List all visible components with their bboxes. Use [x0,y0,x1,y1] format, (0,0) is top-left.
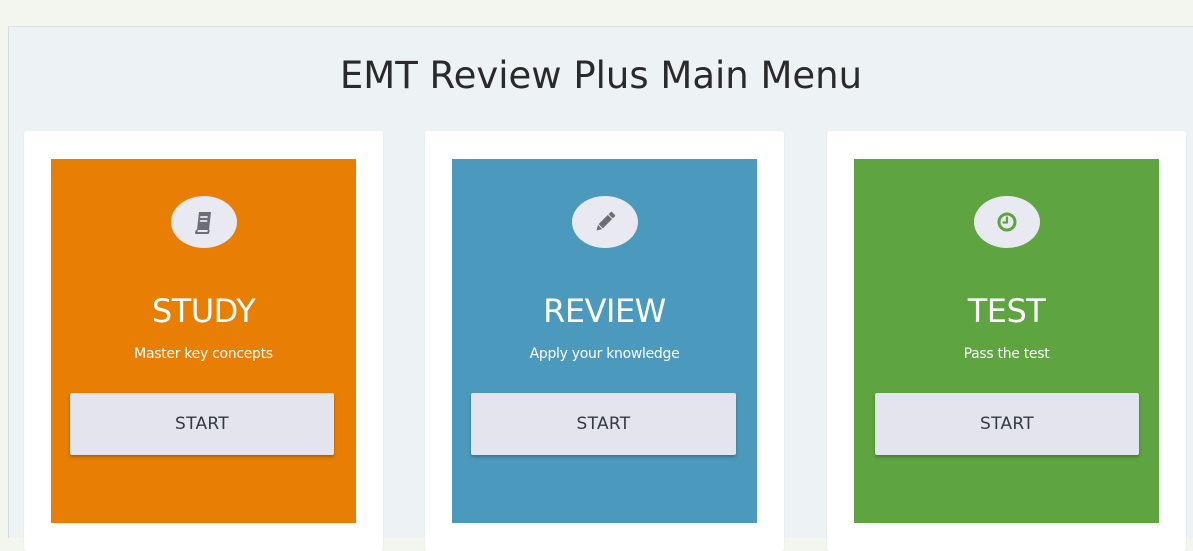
review-icon-badge [571,196,638,248]
clock-icon [997,212,1016,232]
review-card-panel: REVIEW Apply your knowledge START [452,159,757,523]
study-card-panel: STUDY Master key concepts START [51,159,356,523]
review-heading: REVIEW [543,292,666,330]
study-icon-badge [170,196,237,248]
review-start-button[interactable]: START [471,393,736,455]
study-start-button[interactable]: START [70,393,334,455]
study-subtitle: Master key concepts [134,346,273,362]
test-card-panel: TEST Pass the test START [854,159,1159,523]
review-card: REVIEW Apply your knowledge START [425,131,784,551]
page-title: EMT Review Plus Main Menu [339,54,863,97]
test-icon-badge [973,196,1040,248]
main-menu-panel: EMT Review Plus Main Menu STUDY Master k… [8,26,1193,551]
study-heading: STUDY [151,292,256,330]
book-icon [194,212,211,234]
pencil-icon [596,211,615,231]
test-heading: TEST [967,292,1046,330]
test-subtitle: Pass the test [963,346,1050,362]
study-card: STUDY Master key concepts START [24,131,383,551]
test-card: TEST Pass the test START [827,131,1186,551]
test-start-button[interactable]: START [875,393,1139,455]
review-subtitle: Apply your knowledge [529,346,680,362]
